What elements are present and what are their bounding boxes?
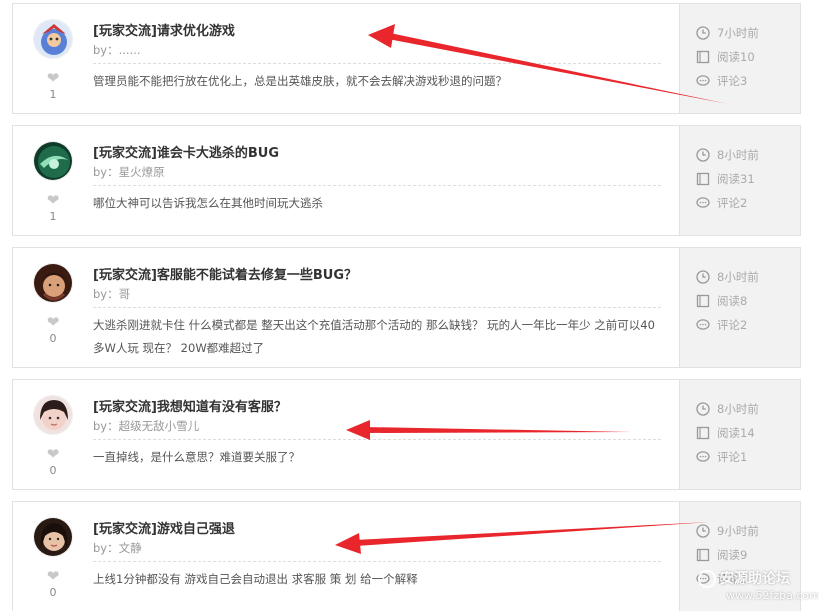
post-title[interactable]: [玩家交流]游戏自己强退 xyxy=(93,518,235,537)
post-author[interactable]: by：...... xyxy=(93,42,141,58)
like-count: 0 xyxy=(49,332,57,345)
heart-icon: ❤ xyxy=(46,69,60,87)
book-icon xyxy=(696,548,710,562)
post-title[interactable]: [玩家交流]我想知道有没有客服？ xyxy=(93,396,287,415)
watermark: 安源助论坛 www.52fzba.com xyxy=(686,568,819,611)
like-count: 1 xyxy=(49,88,57,101)
clock-icon xyxy=(696,148,710,162)
like-count: 0 xyxy=(49,464,57,477)
post-title[interactable]: [玩家交流]客服能不能试着去修复一些BUG？ xyxy=(93,264,357,283)
heart-icon: ❤ xyxy=(46,313,60,331)
post-excerpt: 哪位大神可以告诉我怎么在其他时间玩大逃杀 xyxy=(93,196,323,210)
divider xyxy=(93,307,661,308)
post-card: ❤ 0 [玩家交流]我想知道有没有客服？ by：超级无敌小雪儿 一直掉线，是什么… xyxy=(12,379,801,490)
post-main: [玩家交流]请求优化游戏 by：...... 管理员能不能把行放在优化上，总是出… xyxy=(93,4,661,113)
clock-icon xyxy=(696,26,710,40)
post-meta: 7小时前 阅读10 评论3 xyxy=(679,4,800,113)
post-author[interactable]: by：星火燎原 xyxy=(93,164,165,180)
post-excerpt: 一直掉线，是什么意思？难道要关服了？ xyxy=(93,450,300,464)
comment-icon xyxy=(696,75,710,86)
post-main: [玩家交流]客服能不能试着去修复一些BUG？ by：哥 大逃杀刚进就卡住 什么模… xyxy=(93,248,661,367)
heart-icon: ❤ xyxy=(46,567,60,585)
book-icon xyxy=(696,50,710,64)
clock-icon xyxy=(696,270,710,284)
post-card: ❤ 0 [玩家交流]客服能不能试着去修复一些BUG？ by：哥 大逃杀刚进就卡住… xyxy=(12,247,801,368)
like-button[interactable]: ❤ 0 xyxy=(13,446,93,478)
comment-icon xyxy=(696,451,710,462)
post-excerpt: 大逃杀刚进就卡住 什么模式都是 整天出这个充值活动那个活动的 那么缺钱？ 玩的人… xyxy=(93,318,655,355)
like-count: 1 xyxy=(49,210,57,223)
post-title[interactable]: [玩家交流]请求优化游戏 xyxy=(93,20,235,39)
heart-icon: ❤ xyxy=(46,191,60,209)
post-left-column: ❤ 1 xyxy=(13,4,93,113)
like-button[interactable]: ❤ 1 xyxy=(13,192,93,224)
post-meta: 8小时前 阅读14 评论1 xyxy=(679,380,800,489)
post-main: [玩家交流]游戏自己强退 by：文静 上线1分钟都没有 游戏自己会自动退出 求客… xyxy=(93,502,661,611)
comment-icon xyxy=(696,197,710,208)
avatar[interactable] xyxy=(33,395,73,435)
post-left-column: ❤ 0 xyxy=(13,502,93,611)
post-left-column: ❤ 0 xyxy=(13,380,93,489)
watermark-logo-icon xyxy=(698,570,716,588)
post-excerpt: 管理员能不能把行放在优化上，总是出英雄皮肤，就不会去解决游戏秒退的问题？ xyxy=(93,74,507,88)
divider xyxy=(93,63,661,64)
post-card: ❤ 1 [玩家交流]请求优化游戏 by：...... 管理员能不能把行放在优化上… xyxy=(12,3,801,114)
comment-icon xyxy=(696,319,710,330)
post-left-column: ❤ 1 xyxy=(13,126,93,235)
book-icon xyxy=(696,426,710,440)
post-card: ❤ 1 [玩家交流]谁会卡大逃杀的BUG by：星火燎原 哪位大神可以告诉我怎么… xyxy=(12,125,801,236)
like-count: 0 xyxy=(49,586,57,599)
like-button[interactable]: ❤ 0 xyxy=(13,568,93,600)
post-author[interactable]: by：超级无敌小雪儿 xyxy=(93,418,199,434)
book-icon xyxy=(696,172,710,186)
post-author[interactable]: by：文静 xyxy=(93,540,142,556)
post-excerpt: 上线1分钟都没有 游戏自己会自动退出 求客服 策 划 给一个解释 xyxy=(93,572,418,586)
avatar[interactable] xyxy=(33,263,73,303)
post-author[interactable]: by：哥 xyxy=(93,286,130,302)
post-card: ❤ 0 [玩家交流]游戏自己强退 by：文静 上线1分钟都没有 游戏自己会自动退… xyxy=(12,501,801,611)
post-meta: 8小时前 阅读31 评论2 xyxy=(679,126,800,235)
watermark-url: www.52fzba.com xyxy=(726,589,819,602)
post-meta: 8小时前 阅读8 评论2 xyxy=(679,248,800,367)
clock-icon xyxy=(696,524,710,538)
post-main: [玩家交流]谁会卡大逃杀的BUG by：星火燎原 哪位大神可以告诉我怎么在其他时… xyxy=(93,126,661,235)
divider xyxy=(93,439,661,440)
like-button[interactable]: ❤ 0 xyxy=(13,314,93,346)
divider xyxy=(93,185,661,186)
watermark-text: 安源助论坛 xyxy=(720,571,790,587)
post-main: [玩家交流]我想知道有没有客服？ by：超级无敌小雪儿 一直掉线，是什么意思？难… xyxy=(93,380,661,489)
divider xyxy=(93,561,661,562)
avatar[interactable] xyxy=(33,19,73,59)
clock-icon xyxy=(696,402,710,416)
like-button[interactable]: ❤ 1 xyxy=(13,70,93,102)
avatar[interactable] xyxy=(33,517,73,557)
heart-icon: ❤ xyxy=(46,445,60,463)
post-left-column: ❤ 0 xyxy=(13,248,93,367)
post-title[interactable]: [玩家交流]谁会卡大逃杀的BUG xyxy=(93,142,279,161)
avatar[interactable] xyxy=(33,141,73,181)
book-icon xyxy=(696,294,710,308)
